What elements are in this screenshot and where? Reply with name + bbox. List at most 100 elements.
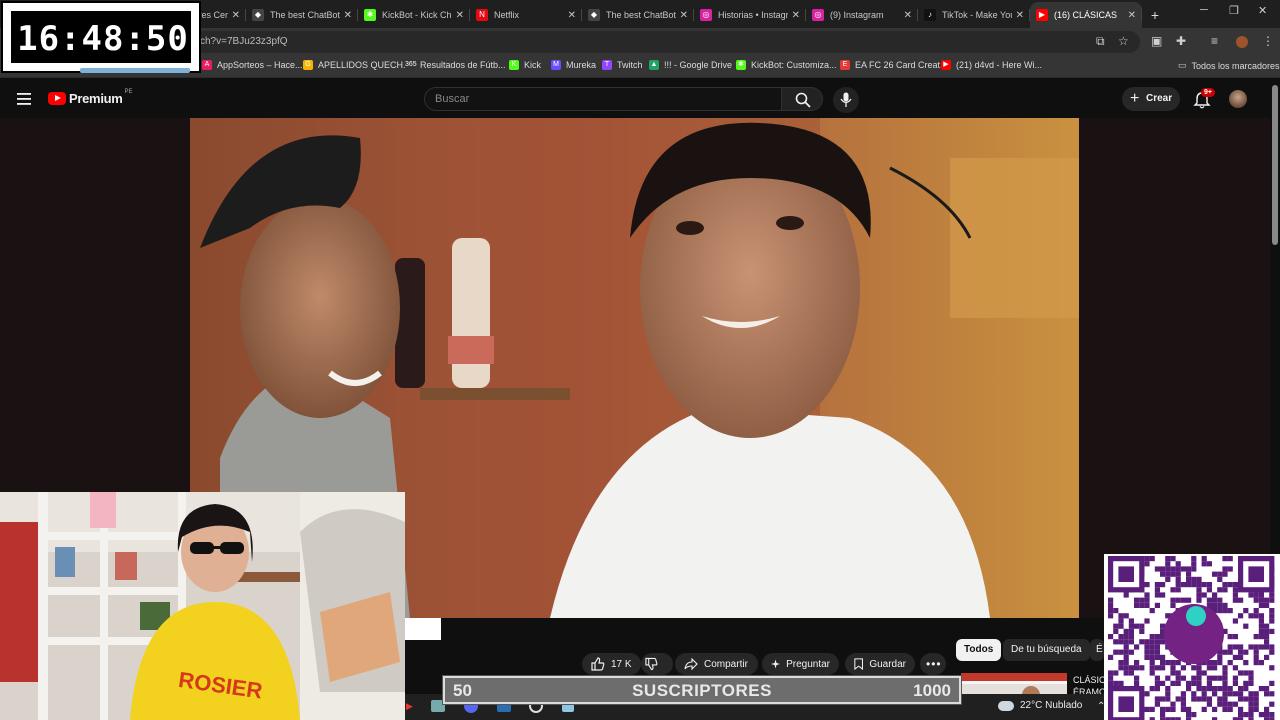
bookmark-item[interactable]: A AppSorteos – Hace...	[202, 60, 303, 70]
search-input[interactable]: Buscar	[424, 87, 782, 111]
qr-module	[1217, 654, 1223, 660]
minimize-icon[interactable]: ─	[1200, 4, 1208, 16]
qr-module	[1248, 701, 1254, 707]
dislike-button[interactable]	[641, 653, 673, 675]
voice-search-button[interactable]	[833, 87, 859, 113]
more-actions-button[interactable]: •••	[920, 653, 946, 675]
taskbar-app-icon[interactable]: ▶	[406, 701, 413, 712]
restore-icon[interactable]: ❐	[1229, 4, 1239, 17]
chip-partial[interactable]: É	[1090, 639, 1104, 661]
profile-icon[interactable]	[1236, 36, 1248, 48]
search-button[interactable]	[781, 87, 823, 111]
qr-module	[1196, 592, 1202, 598]
browser-tab[interactable]: ◆ The best ChatBot ✕	[582, 2, 694, 28]
media-controls-icon[interactable]: ≡	[1211, 34, 1218, 48]
like-button[interactable]: 17 K	[582, 653, 641, 675]
close-tab-icon[interactable]: ✕	[456, 10, 464, 21]
browser-tab[interactable]: ✱ KickBot - Kick Ch ✕	[358, 2, 470, 28]
user-avatar[interactable]	[1229, 90, 1247, 108]
save-button[interactable]: Guardar	[845, 653, 915, 675]
puzzle-icon[interactable]: ✚	[1176, 34, 1186, 48]
qr-module	[1264, 691, 1270, 697]
qr-module	[1175, 696, 1181, 702]
qr-module	[1144, 561, 1150, 567]
close-tab-icon[interactable]: ✕	[792, 10, 800, 21]
ask-button[interactable]: Preguntar	[762, 653, 839, 675]
bookmark-item[interactable]: T Twitch	[602, 60, 643, 70]
close-window-icon[interactable]: ✕	[1258, 4, 1267, 17]
browser-tab[interactable]: ▶ (16) CLÁSICAS ✕	[1030, 2, 1142, 28]
bookmark-favicon-icon: ✱	[736, 60, 746, 70]
scrollbar-thumb[interactable]	[1272, 85, 1278, 245]
qr-module	[1180, 706, 1186, 712]
browser-tab[interactable]: ◆ The best ChatBot ✕	[246, 2, 358, 28]
chip-all[interactable]: Todos	[956, 639, 1002, 661]
url-field[interactable]: ch?v=7BJu23z3pfQ	[120, 31, 1140, 53]
bookmark-item[interactable]: ▲ !!! - Google Drive	[649, 60, 732, 70]
qr-module	[1222, 602, 1228, 608]
qr-module	[1113, 670, 1119, 676]
chip-from-search[interactable]: De tu búsqueda	[1003, 639, 1090, 661]
browser-tab[interactable]: ◎ Historias • Instagr ✕	[694, 2, 806, 28]
qr-module	[1248, 696, 1254, 702]
close-tab-icon[interactable]: ✕	[1128, 10, 1136, 21]
qr-module	[1175, 597, 1181, 603]
bookmark-item[interactable]: ▶ (21) d4vd - Here Wi...	[941, 60, 1042, 70]
clock-time: 16:48:50	[17, 19, 189, 59]
bookmark-item[interactable]: 365 Resultados de Fútb...	[405, 60, 506, 70]
qr-module	[1212, 571, 1218, 577]
youtube-premium-logo[interactable]: Premium PE	[48, 89, 133, 106]
browser-tab[interactable]: N Netflix ✕	[470, 2, 582, 28]
qr-module	[1217, 701, 1223, 707]
qr-module	[1108, 654, 1114, 660]
qr-module	[1227, 701, 1233, 707]
install-icon[interactable]: ⧉	[1096, 34, 1105, 49]
browser-tab[interactable]: ◎ (9) Instagram ✕	[806, 2, 918, 28]
qr-module	[1108, 613, 1114, 619]
bookmark-item[interactable]: G APELLIDOS QUECH...	[303, 60, 411, 70]
qr-module	[1243, 670, 1249, 676]
bookmark-item[interactable]: ✱ KickBot: Customiza...	[736, 60, 837, 70]
bookmark-item[interactable]: K Kick	[509, 60, 541, 70]
qr-module	[1165, 566, 1171, 572]
browser-tab[interactable]: ♪ TikTok - Make You ✕	[918, 2, 1030, 28]
bookmark-item[interactable]: E EA FC 26 Card Creat...	[840, 60, 948, 70]
qr-module	[1258, 623, 1264, 629]
qr-module	[1170, 660, 1176, 666]
qr-module	[1238, 670, 1244, 676]
qr-module	[1232, 644, 1238, 650]
page-scrollbar[interactable]	[1270, 79, 1280, 554]
share-button[interactable]: Compartir	[675, 653, 758, 675]
close-tab-icon[interactable]: ✕	[232, 10, 240, 21]
qr-module	[1186, 576, 1192, 582]
all-bookmarks-folder[interactable]: ▭ Todos los marcadores	[1178, 60, 1280, 71]
qr-module	[1139, 639, 1145, 645]
qr-module	[1253, 592, 1259, 598]
qr-module	[1123, 613, 1129, 619]
qr-module	[1227, 691, 1233, 697]
bookmark-star-icon[interactable]: ☆	[1118, 34, 1129, 48]
qr-module	[1258, 592, 1264, 598]
qr-module	[1144, 649, 1150, 655]
close-tab-icon[interactable]: ✕	[344, 10, 352, 21]
qr-module	[1118, 660, 1124, 666]
close-tab-icon[interactable]: ✕	[568, 10, 576, 21]
qr-module	[1170, 680, 1176, 686]
close-tab-icon[interactable]: ✕	[680, 10, 688, 21]
hamburger-menu-icon[interactable]	[16, 92, 32, 106]
extension-icon[interactable]: ▣	[1151, 34, 1162, 48]
qr-module	[1154, 582, 1160, 588]
qr-module	[1118, 639, 1124, 645]
weather-widget[interactable]: 22°C Nublado	[998, 700, 1082, 711]
new-tab-button[interactable]: +	[1142, 2, 1168, 28]
bookmark-item[interactable]: M Mureka	[551, 60, 596, 70]
qr-module	[1212, 665, 1218, 671]
close-tab-icon[interactable]: ✕	[1016, 10, 1024, 21]
tab-favicon-icon: ▶	[1036, 9, 1048, 21]
close-tab-icon[interactable]: ✕	[904, 10, 912, 21]
qr-module	[1264, 628, 1270, 634]
qr-module	[1196, 665, 1202, 671]
create-button[interactable]: + Crear	[1122, 87, 1180, 111]
menu-dots-icon[interactable]: ⋮	[1262, 34, 1274, 48]
qr-module	[1201, 556, 1207, 562]
